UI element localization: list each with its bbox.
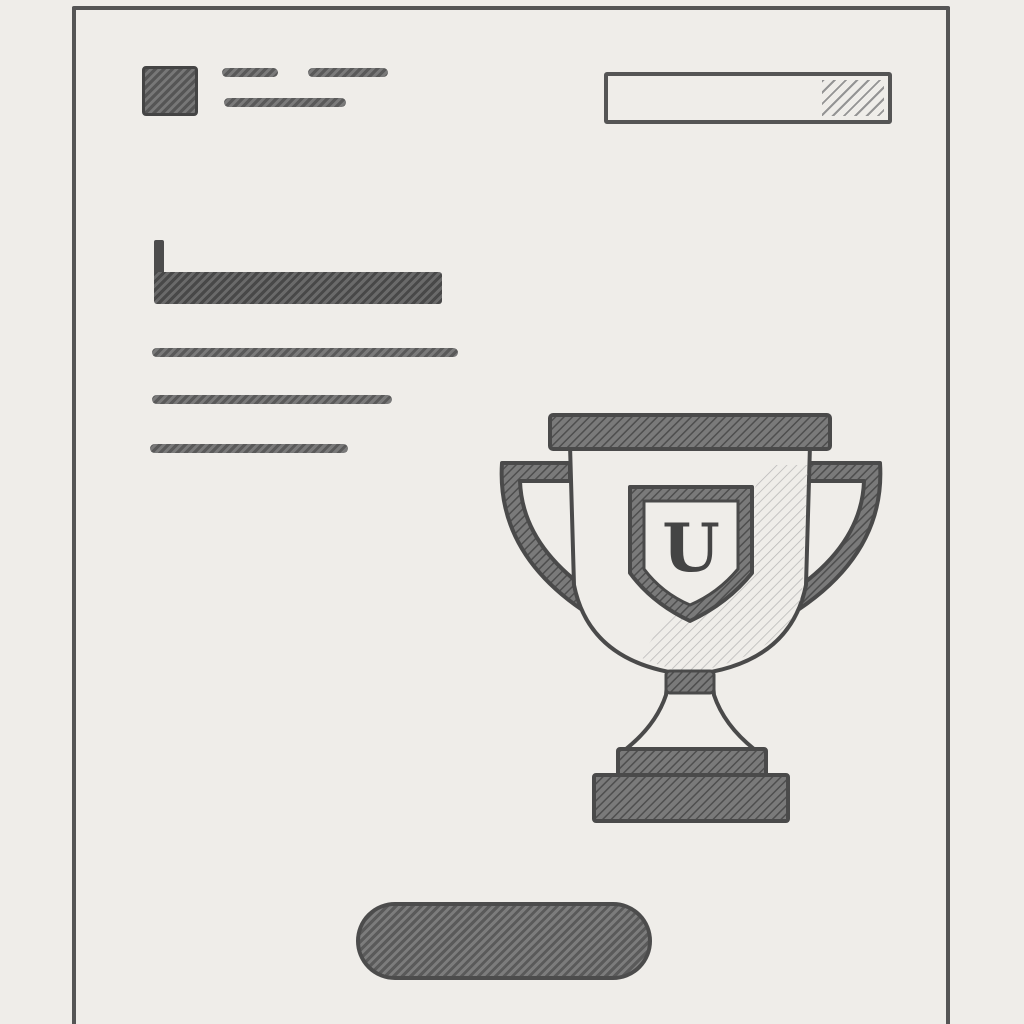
header-title-line-2 [308, 68, 388, 77]
search-bar[interactable] [604, 72, 892, 124]
paragraph-line-1 [152, 348, 458, 357]
page-title [154, 272, 442, 304]
header-subtitle-line [224, 98, 346, 107]
trophy-icon: U [499, 413, 883, 823]
search-icon[interactable] [822, 80, 884, 116]
app-window: U [0, 0, 1024, 1024]
trophy-emblem-letter: U [662, 509, 720, 587]
paragraph-line-2 [152, 395, 392, 404]
search-input[interactable] [614, 80, 818, 118]
logo-icon[interactable] [142, 66, 198, 116]
primary-action-button[interactable] [356, 902, 652, 980]
header-title-line-1 [222, 68, 278, 77]
paragraph-line-3 [150, 444, 348, 453]
